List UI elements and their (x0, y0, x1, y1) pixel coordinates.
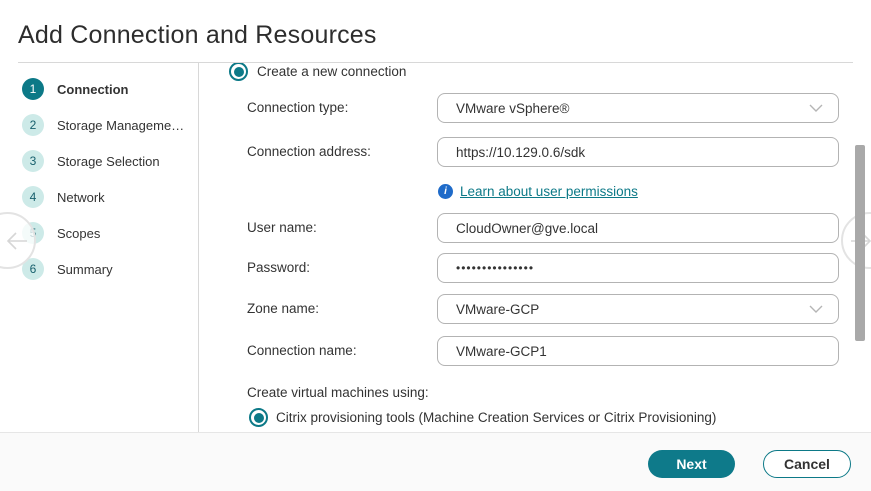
step-number-badge: 4 (22, 186, 44, 208)
user-name-label: User name: (247, 213, 317, 243)
step-label: Scopes (57, 226, 100, 241)
step-label: Connection (57, 82, 129, 97)
password-input[interactable]: ••••••••••••••• (437, 253, 839, 283)
radio-selected-icon[interactable] (249, 408, 268, 427)
wizard-step-connection[interactable]: 1 Connection (22, 77, 129, 101)
citrix-provisioning-label: Citrix provisioning tools (Machine Creat… (276, 410, 716, 425)
step-label: Summary (57, 262, 113, 277)
connection-name-value: VMware-GCP1 (456, 344, 547, 359)
arrow-left-icon (2, 226, 32, 256)
connection-address-row: Connection address: https://10.129.0.6/s… (199, 137, 855, 167)
step-number-badge: 2 (22, 114, 44, 136)
step-label: Storage Manageme… (57, 118, 184, 133)
cancel-button[interactable]: Cancel (763, 450, 851, 478)
connection-address-label: Connection address: (247, 137, 371, 167)
permissions-help-row: i Learn about user permissions (438, 184, 855, 199)
connection-name-input[interactable]: VMware-GCP1 (437, 336, 839, 366)
zone-name-select[interactable]: VMware-GCP (437, 294, 839, 324)
connection-type-select[interactable]: VMware vSphere® (437, 93, 839, 123)
user-name-row: User name: CloudOwner@gve.local (199, 213, 855, 243)
next-button[interactable]: Next (648, 450, 735, 478)
step-label: Storage Selection (57, 154, 160, 169)
chevron-down-icon (808, 304, 824, 314)
password-value: ••••••••••••••• (456, 261, 534, 275)
step-number-badge: 3 (22, 150, 44, 172)
vertical-scrollbar-thumb[interactable] (855, 145, 865, 341)
wizard-content-panel: Create a new connection Connection type:… (199, 63, 855, 432)
create-vm-using-label: Create virtual machines using: (247, 385, 855, 400)
create-new-connection-option[interactable]: Create a new connection (229, 63, 855, 81)
user-name-value: CloudOwner@gve.local (456, 221, 598, 236)
zone-name-label: Zone name: (247, 294, 319, 324)
connection-address-value: https://10.129.0.6/sdk (456, 145, 585, 160)
password-label: Password: (247, 253, 310, 283)
zone-name-value: VMware-GCP (456, 302, 539, 317)
permissions-link[interactable]: Learn about user permissions (460, 184, 638, 199)
radio-selected-icon[interactable] (229, 63, 248, 81)
connection-name-row: Connection name: VMware-GCP1 (199, 336, 855, 366)
password-row: Password: ••••••••••••••• (199, 253, 855, 283)
step-label: Network (57, 190, 105, 205)
connection-type-label: Connection type: (247, 93, 348, 123)
wizard-step-summary[interactable]: 6 Summary (22, 257, 113, 281)
connection-type-row: Connection type: VMware vSphere® (199, 93, 855, 123)
chevron-down-icon (808, 103, 824, 113)
create-new-connection-label: Create a new connection (257, 64, 406, 79)
connection-address-input[interactable]: https://10.129.0.6/sdk (437, 137, 839, 167)
wizard-step-network[interactable]: 4 Network (22, 185, 105, 209)
wizard-step-storage-selection[interactable]: 3 Storage Selection (22, 149, 160, 173)
connection-type-value: VMware vSphere® (456, 101, 570, 116)
connection-name-label: Connection name: (247, 336, 357, 366)
zone-name-row: Zone name: VMware-GCP (199, 294, 855, 324)
page-title: Add Connection and Resources (18, 21, 377, 50)
user-name-input[interactable]: CloudOwner@gve.local (437, 213, 839, 243)
wizard-footer: Next Cancel (0, 432, 871, 491)
citrix-provisioning-option[interactable]: Citrix provisioning tools (Machine Creat… (249, 408, 855, 427)
info-icon[interactable]: i (438, 184, 453, 199)
step-number-badge: 1 (22, 78, 44, 100)
wizard-step-storage-management[interactable]: 2 Storage Manageme… (22, 113, 184, 137)
